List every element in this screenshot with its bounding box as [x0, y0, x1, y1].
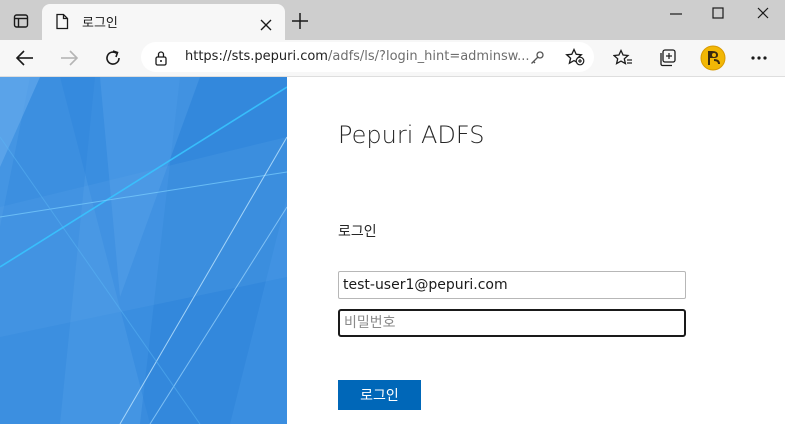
browser-tab-bar: 로그인: [0, 0, 785, 40]
tab-actions-icon[interactable]: [7, 8, 35, 34]
favorites-icon[interactable]: [611, 46, 635, 70]
profile-avatar-icon[interactable]: [700, 45, 726, 71]
username-field[interactable]: [338, 271, 686, 299]
illustration-panel: [0, 77, 287, 424]
page-title: Pepuri ADFS: [338, 121, 485, 149]
signin-heading: 로그인: [338, 224, 377, 240]
close-icon[interactable]: [260, 16, 272, 35]
active-tab[interactable]: 로그인: [42, 4, 285, 40]
url-host: https://sts.pepuri.com: [185, 49, 328, 64]
more-dots-icon[interactable]: [747, 46, 771, 70]
page-icon: [55, 13, 69, 34]
signin-content: Pepuri ADFS 로그인 로그인: [287, 77, 785, 424]
password-field[interactable]: [338, 309, 686, 337]
browser-toolbar: https://sts.pepuri.com/adfs/ls/?login_hi…: [0, 40, 785, 77]
key-icon[interactable]: [529, 50, 545, 70]
plus-icon[interactable]: [291, 12, 309, 34]
tab-title: 로그인: [82, 16, 118, 31]
address-bar[interactable]: https://sts.pepuri.com/adfs/ls/?login_hi…: [141, 42, 594, 72]
star-add-icon[interactable]: [565, 47, 585, 70]
maximize-icon[interactable]: [708, 4, 728, 24]
collections-icon[interactable]: [656, 46, 680, 70]
refresh-icon[interactable]: [101, 46, 125, 70]
minimize-icon[interactable]: [663, 4, 689, 24]
url-text[interactable]: https://sts.pepuri.com/adfs/ls/?login_hi…: [185, 49, 530, 64]
forward-arrow-icon[interactable]: [57, 46, 81, 70]
signin-button[interactable]: 로그인: [338, 380, 421, 410]
window-close-icon[interactable]: [752, 4, 774, 24]
lock-icon[interactable]: [154, 50, 168, 70]
back-arrow-icon[interactable]: [13, 46, 37, 70]
abstract-background-illustration: [0, 77, 287, 424]
url-path: /adfs/ls/?login_hint=adminsw...: [327, 49, 530, 64]
